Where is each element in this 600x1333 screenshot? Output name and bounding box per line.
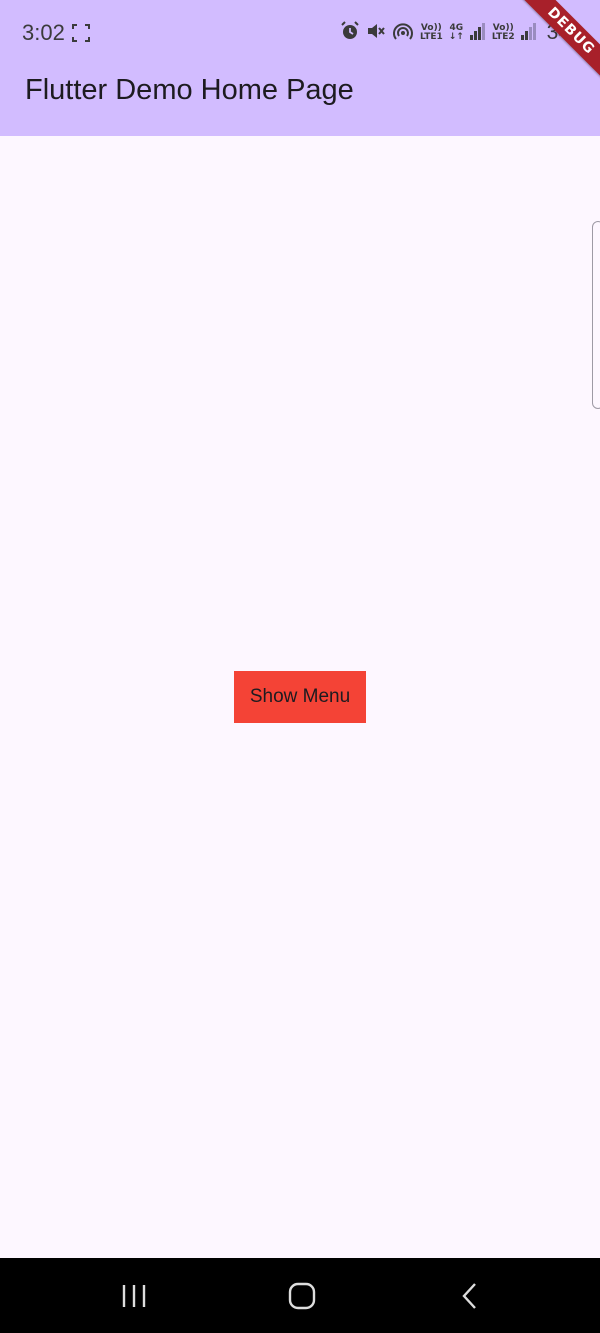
mute-icon — [366, 21, 386, 46]
screenshot-icon — [72, 24, 90, 42]
network-gen-label: 4G ↓↑ — [448, 23, 464, 42]
home-icon[interactable] — [282, 1278, 322, 1314]
alarm-icon — [340, 20, 360, 46]
status-icons: Vo)) LTE1 4G ↓↑ Vo)) LTE2 — [340, 18, 570, 48]
status-bar: 3:02 Vo)) LTE1 4G ↓↑ Vo)) LTE2 — [0, 0, 600, 66]
recent-apps-icon[interactable] — [114, 1278, 154, 1314]
app-bar: Flutter Demo Home Page — [0, 66, 600, 136]
page-title: Flutter Demo Home Page — [25, 74, 354, 106]
edge-panel-handle[interactable] — [592, 221, 600, 409]
hotspot-icon — [392, 21, 414, 46]
signal-icon — [520, 22, 537, 45]
app-header: 3:02 Vo)) LTE1 4G ↓↑ Vo)) LTE2 Flutter D… — [0, 0, 600, 136]
back-icon[interactable] — [450, 1278, 490, 1314]
status-time: 3:02 — [22, 20, 65, 45]
show-menu-button[interactable]: Show Menu — [234, 671, 366, 723]
signal-icon — [469, 22, 486, 45]
navigation-bar — [0, 1258, 600, 1333]
network-2-label: Vo)) LTE2 — [491, 23, 515, 42]
network-1-label: Vo)) LTE1 — [419, 23, 443, 42]
main-content: Show Menu — [0, 136, 600, 1258]
